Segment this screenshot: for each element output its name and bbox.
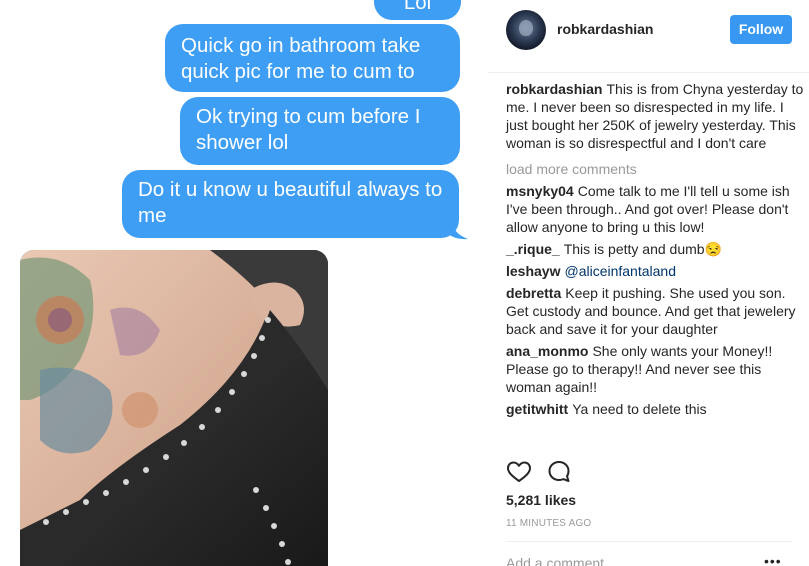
bubble-tail <box>446 222 468 240</box>
add-comment-input[interactable]: Add a comment... <box>506 555 616 566</box>
comment-username[interactable]: msnyky04 <box>506 183 574 199</box>
username-link[interactable]: robkardashian <box>557 21 653 37</box>
comment: _.rique_ This is petty and dumb😒 <box>506 240 804 258</box>
post-header: robkardashian Follow <box>488 0 809 60</box>
comment-text: Ya need to delete this <box>572 401 707 417</box>
more-options-icon[interactable]: ••• <box>764 553 782 566</box>
comment-divider <box>506 541 792 542</box>
caption: robkardashian This is from Chyna yesterda… <box>506 80 804 152</box>
photo <box>20 250 328 566</box>
message-bubble: Lol <box>374 0 461 20</box>
load-more-comments-link[interactable]: load more comments <box>506 160 804 178</box>
comment-text: This is petty and dumb😒 <box>563 241 722 257</box>
message-bubble: Do it u know u beautiful always to me <box>122 170 459 238</box>
post-actions <box>506 459 586 485</box>
likes-count[interactable]: 5,281 likes <box>506 492 576 508</box>
avatar[interactable] <box>506 10 546 50</box>
post-timestamp[interactable]: 11 MINUTES AGO <box>506 518 591 529</box>
comment-username[interactable]: leshayw <box>506 263 560 279</box>
heart-icon[interactable] <box>506 459 532 485</box>
comment: ana_monmo She only wants your Money!! Ple… <box>506 342 804 396</box>
comment: leshayw @aliceinfantaland <box>506 262 804 280</box>
header-divider <box>488 72 809 73</box>
post-sidebar: robkardashian Follow robkardashian This i… <box>488 0 809 566</box>
post-image: Lol Quick go in bathroom take quick pic … <box>0 0 488 566</box>
comment: msnyky04 Come talk to me I'll tell u some… <box>506 182 804 236</box>
comment-bubble-icon[interactable] <box>546 459 572 485</box>
comment: getitwhitt Ya need to delete this <box>506 400 804 418</box>
caption-username[interactable]: robkardashian <box>506 81 602 97</box>
comments-list: robkardashian This is from Chyna yesterda… <box>506 80 804 422</box>
follow-button[interactable]: Follow <box>730 15 792 44</box>
message-bubble: Quick go in bathroom take quick pic for … <box>165 24 460 92</box>
message-bubble: Ok trying to cum before I shower lol <box>180 97 460 165</box>
mention-link[interactable]: @aliceinfantaland <box>564 263 676 279</box>
photo-artwork <box>20 250 328 566</box>
comment-username[interactable]: debretta <box>506 285 561 301</box>
comment-username[interactable]: ana_monmo <box>506 343 588 359</box>
comment: debretta Keep it pushing. She used you so… <box>506 284 804 338</box>
comment-username[interactable]: getitwhitt <box>506 401 568 417</box>
comment-username[interactable]: _.rique_ <box>506 241 560 257</box>
